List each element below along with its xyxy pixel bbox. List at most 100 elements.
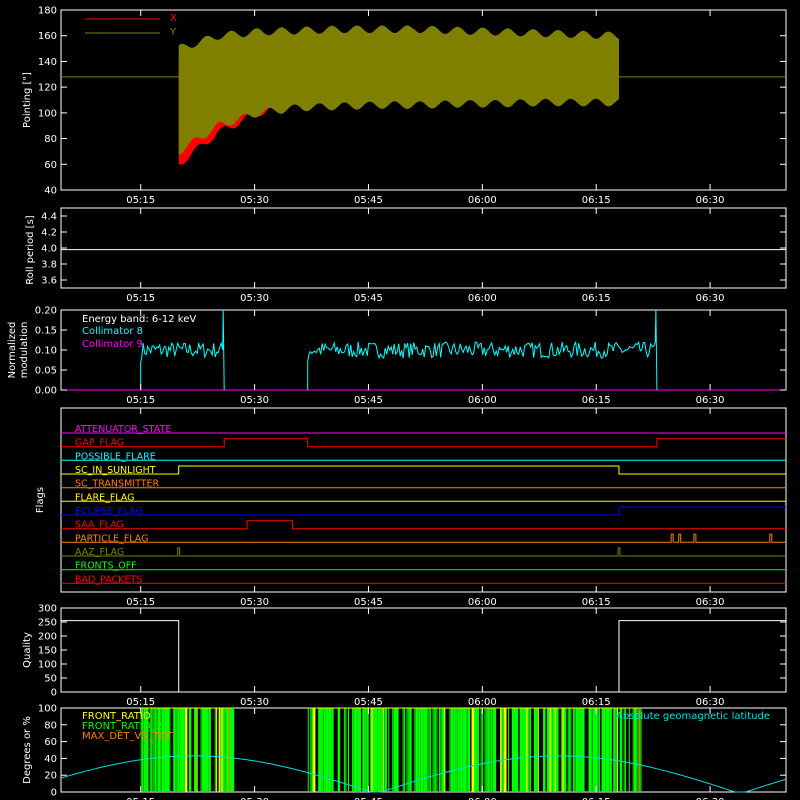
front-ratio-2-bar xyxy=(312,708,316,792)
front-ratio-2-bar xyxy=(205,708,209,792)
legend-x-label: X xyxy=(170,13,177,24)
front-ratio-2-bar xyxy=(344,708,346,792)
x-tick-label: 05:45 xyxy=(354,697,383,708)
front-ratio-2-bar xyxy=(478,708,480,792)
front-ratio-2-bar xyxy=(173,708,176,792)
front-ratio-2-bar xyxy=(354,708,358,792)
front-ratio-2-bar xyxy=(610,708,612,792)
flag-line xyxy=(61,438,786,448)
x-tick-label: 06:30 xyxy=(696,597,725,608)
front-ratio-2-bar xyxy=(397,708,399,792)
front-ratio-2-bar xyxy=(517,708,519,792)
front-ratio-2-bar xyxy=(216,708,218,792)
front-ratio-2-bar xyxy=(429,708,431,792)
y-tick-label: 80 xyxy=(44,134,57,145)
front-ratio-2-bar xyxy=(524,708,526,792)
front-ratio-2-bar xyxy=(351,708,353,792)
flag-line xyxy=(61,506,786,516)
y-tick-label: 60 xyxy=(44,737,57,748)
front-ratio-2-bar xyxy=(406,708,408,792)
front-ratio-2-bar xyxy=(480,708,482,792)
flag-line xyxy=(61,547,786,557)
front-ratio-2-bar xyxy=(578,708,580,792)
y-tick-label: 4.0 xyxy=(41,244,57,255)
front-ratio-2-bar xyxy=(409,708,412,792)
front-ratio-2-bar xyxy=(222,708,224,792)
front-ratio-2-bar xyxy=(178,708,180,792)
x-tick-label: 05:45 xyxy=(354,395,383,406)
front-ratio-2-bar xyxy=(220,708,222,792)
y-tick-label: 140 xyxy=(38,57,57,68)
front-ratio-2-bar xyxy=(569,708,571,792)
x-tick-label: 06:00 xyxy=(468,597,497,608)
x-tick-label: 06:00 xyxy=(468,293,497,304)
front-ratio-2-bar xyxy=(223,708,225,792)
front-ratio-2-bar xyxy=(466,708,468,792)
x-tick-label: 05:15 xyxy=(126,697,155,708)
roll-ylabel: Roll period [s] xyxy=(25,215,36,284)
front-ratio-2-bar xyxy=(200,708,202,792)
front-ratio-2-bar xyxy=(214,708,216,792)
front-ratio-2-bar xyxy=(459,708,463,792)
front-ratio-2-bar xyxy=(501,708,503,792)
front-ratio-2-bar xyxy=(454,708,456,792)
front-ratio-2-bar xyxy=(407,708,409,792)
pointing-ylabel: Pointing ["] xyxy=(22,72,33,128)
front-ratio-2-bar xyxy=(444,708,446,792)
y-tick-label: 100 xyxy=(38,660,57,671)
front-ratio-2-bar xyxy=(485,708,487,792)
front-ratio-2-bar xyxy=(522,708,524,792)
x-tick-label: 06:30 xyxy=(696,293,725,304)
y-tick-label: 0.05 xyxy=(35,366,57,377)
front-ratio-2-bar xyxy=(433,708,435,792)
front-ratio-2-bar xyxy=(439,708,441,792)
panel-roll-frame xyxy=(60,207,787,289)
front-ratio-2-bar xyxy=(366,708,369,792)
x-tick-label: 05:30 xyxy=(240,395,269,406)
modulation-ylabel-1: Normalized xyxy=(7,322,18,379)
legend-y-label: Y xyxy=(169,27,177,38)
front-ratio-2-bar xyxy=(484,708,486,792)
front-ratio-2-bar xyxy=(450,708,454,792)
front-ratio-2-bar xyxy=(589,708,591,792)
collimator8-label: Collimator 8 xyxy=(82,326,143,337)
front-ratio-2-bar xyxy=(597,708,599,792)
front-ratio-2-bar xyxy=(423,708,426,792)
ratio-ylabel: Degrees or % xyxy=(22,716,33,784)
front-ratio-2-bar xyxy=(435,708,437,792)
y-tick-label: 250 xyxy=(38,618,57,629)
x-tick-label: 06:30 xyxy=(696,697,725,708)
front-ratio-2-bar xyxy=(383,708,385,792)
front-ratio-2-bar xyxy=(426,708,428,792)
front-ratio-2-bar xyxy=(345,708,347,792)
front-ratio-2-bar xyxy=(570,708,572,792)
front-ratio-2-bar xyxy=(507,708,509,792)
front-ratio-2-bar xyxy=(428,708,430,792)
quality-ylabel: Quality xyxy=(22,632,33,668)
y-tick-label: 4.2 xyxy=(41,228,57,239)
y-tick-label: 300 xyxy=(38,604,57,615)
front-ratio-2-bar xyxy=(440,708,442,792)
front-ratio-2-bar xyxy=(381,708,383,792)
front-ratio-2-bar xyxy=(550,708,552,792)
front-ratio-2-bar xyxy=(598,708,600,792)
energy-band-label: Energy band: 6-12 keV xyxy=(82,314,196,325)
front-ratio-2-bar xyxy=(307,708,309,792)
front-ratio-2-bar xyxy=(604,708,606,792)
front-ratio-2-bar xyxy=(175,708,177,792)
front-ratio-2-bar xyxy=(188,708,192,792)
y-tick-label: 0.20 xyxy=(35,306,57,317)
multi-panel-chart: 05:15 05:30 05:45 06:00 06:15 06:30 05:15 05:30… xyxy=(7,6,787,800)
front-ratio-2-bar xyxy=(489,708,491,792)
front-ratio-2-bar xyxy=(455,708,457,792)
x-tick-label: 05:30 xyxy=(240,293,269,304)
geomag-label: Absolute geomagnetic latitude xyxy=(616,711,770,722)
y-tick-label: 180 xyxy=(38,6,57,17)
x-tick-label: 05:15 xyxy=(126,395,155,406)
front-ratio-2-bar xyxy=(348,708,350,792)
y-tick-label: 150 xyxy=(38,646,57,657)
front-ratio-2-bar xyxy=(494,708,496,792)
front-ratio-2-bar xyxy=(487,708,490,792)
front-ratio-2-bar xyxy=(432,708,434,792)
front-ratio-2-bar xyxy=(475,708,478,792)
